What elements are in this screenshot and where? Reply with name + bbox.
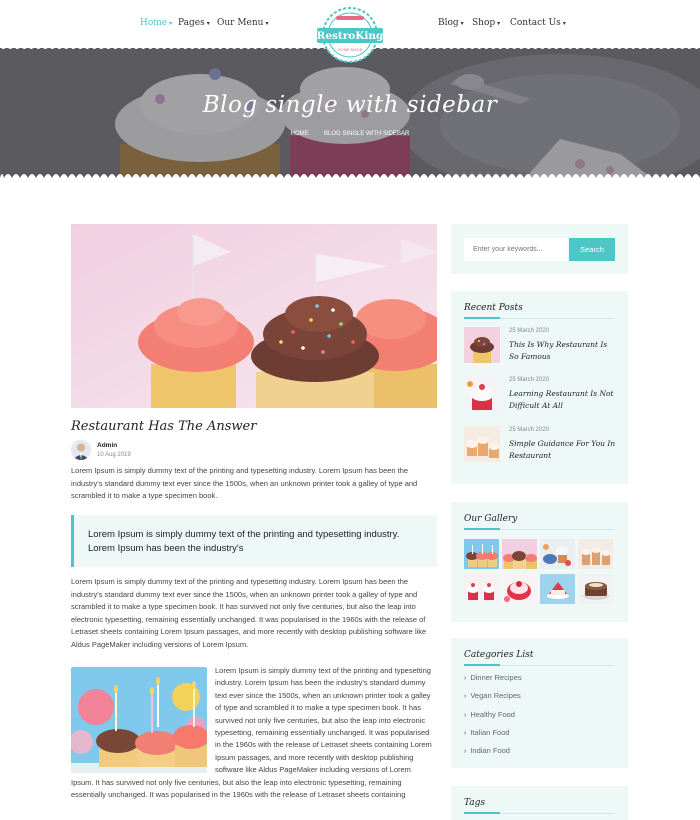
post-body: Lorem Ipsum is simply dummy text of the … xyxy=(71,577,427,649)
chevron-right-icon: › xyxy=(464,730,467,737)
author-avatar xyxy=(71,440,91,460)
breadcrumb-current: Blog Single with sidebar xyxy=(323,131,410,137)
widget-title: Categories List xyxy=(464,650,534,660)
page-title: Blog single with sidebar xyxy=(202,92,498,118)
category-link[interactable]: › Healthy Food xyxy=(464,710,515,719)
chevron-right-icon: › xyxy=(464,693,467,700)
author-name[interactable]: Admin xyxy=(97,442,117,449)
recent-post-title[interactable]: Learning Restaurant Is Not Difficult At … xyxy=(509,388,619,411)
chevron-down-icon: ▾ xyxy=(497,20,501,27)
recent-post-title[interactable]: Simple Guidance For You In Restaurant xyxy=(509,438,619,461)
recent-post-date: 25 March 2020 xyxy=(509,427,550,433)
recent-posts-widget: Recent Posts 25 March 2020 This Is Why R… xyxy=(451,291,628,484)
recent-post-date: 25 March 2020 xyxy=(509,328,550,334)
chevron-down-icon: ▾ xyxy=(169,20,173,27)
gallery-thumbnail[interactable] xyxy=(578,574,613,604)
widget-title-underline xyxy=(464,528,615,530)
recent-post-thumbnail[interactable] xyxy=(464,327,500,363)
nav-our-menu[interactable]: Our Menu ▾ xyxy=(217,18,269,28)
gallery-thumbnail[interactable] xyxy=(502,539,537,569)
nav-blog[interactable]: Blog ▾ xyxy=(438,18,464,28)
search-input[interactable] xyxy=(464,238,568,261)
logo-tagline: HOME MADE xyxy=(338,47,363,52)
breadcrumb-home[interactable]: Home xyxy=(291,131,309,137)
blockquote-text: Lorem Ipsum is simply dummy text of the … xyxy=(88,529,400,554)
recent-post-item[interactable]: 25 March 2020 This Is Why Restaurant Is … xyxy=(464,327,615,365)
chevron-right-icon: › xyxy=(464,675,467,682)
gallery-thumbnail[interactable] xyxy=(540,539,575,569)
post-date: 10 Aug 2019 xyxy=(97,452,131,458)
nav-shop[interactable]: Shop ▾ xyxy=(472,18,500,28)
chevron-down-icon: ▾ xyxy=(265,20,269,27)
chevron-down-icon: ▾ xyxy=(460,20,464,27)
widget-title: Tags xyxy=(464,798,486,808)
post-title: Restaurant Has The Answer xyxy=(71,419,257,434)
search-button[interactable]: Search xyxy=(569,238,615,261)
widget-title-underline xyxy=(464,664,615,666)
post-wrap-text: Lorem Ipsum is simply dummy text of the … xyxy=(215,666,432,775)
chevron-right-icon: › xyxy=(464,748,467,755)
widget-title-underline xyxy=(464,812,615,814)
logo-wordmark: RestroKing xyxy=(317,30,384,42)
category-link[interactable]: › Vegan Recipes xyxy=(464,691,521,700)
gallery-thumbnail[interactable] xyxy=(578,539,613,569)
gallery-thumbnail[interactable] xyxy=(502,574,537,604)
tags-widget: Tags xyxy=(451,786,628,820)
recent-post-item[interactable]: 25 March 2020 Simple Guidance For You In… xyxy=(464,426,615,464)
widget-title: Recent Posts xyxy=(464,303,523,313)
recent-post-item[interactable]: 25 March 2020 Learning Restaurant Is Not… xyxy=(464,376,615,414)
post-intro: Lorem Ipsum is simply dummy text of the … xyxy=(71,466,418,500)
chevron-right-icon: › xyxy=(464,712,467,719)
gallery-widget: Our Gallery xyxy=(451,502,628,622)
blockquote: Lorem Ipsum is simply dummy text of the … xyxy=(71,515,437,567)
nav-pages[interactable]: Pages ▾ xyxy=(178,18,210,28)
recent-post-thumbnail[interactable] xyxy=(464,376,500,412)
widget-title-underline xyxy=(464,317,615,319)
chevron-down-icon: ▾ xyxy=(562,20,566,27)
breadcrumb-separator-icon: » xyxy=(314,131,318,137)
search-widget: Search xyxy=(451,224,628,274)
widget-title: Our Gallery xyxy=(464,514,518,524)
category-link[interactable]: › Dinner Recipes xyxy=(464,673,522,682)
post-tail-text: Ipsum. It has survived not only five cen… xyxy=(71,778,406,800)
breadcrumb: Home » Blog Single with sidebar xyxy=(0,131,700,137)
featured-image xyxy=(71,224,437,408)
recent-post-title[interactable]: This Is Why Restaurant Is So Famous xyxy=(509,339,619,362)
nav-home[interactable]: Home ▾ xyxy=(140,18,172,28)
gallery-thumbnail[interactable] xyxy=(464,574,499,604)
category-link[interactable]: › Italian Food xyxy=(464,728,510,737)
logo[interactable]: RestroKing HOME MADE xyxy=(311,6,391,64)
gallery-thumbnail[interactable] xyxy=(464,539,499,569)
categories-widget: Categories List › Dinner Recipes › Vegan R… xyxy=(451,638,628,768)
nav-contact[interactable]: Contact Us ▾ xyxy=(510,18,566,28)
category-link[interactable]: › Indian Food xyxy=(464,746,510,755)
scallop-divider xyxy=(0,174,700,186)
chevron-down-icon: ▾ xyxy=(206,20,210,27)
gallery-thumbnail[interactable] xyxy=(540,574,575,604)
inline-image xyxy=(71,667,207,773)
recent-post-thumbnail[interactable] xyxy=(464,426,500,462)
recent-post-date: 25 March 2020 xyxy=(509,377,550,383)
